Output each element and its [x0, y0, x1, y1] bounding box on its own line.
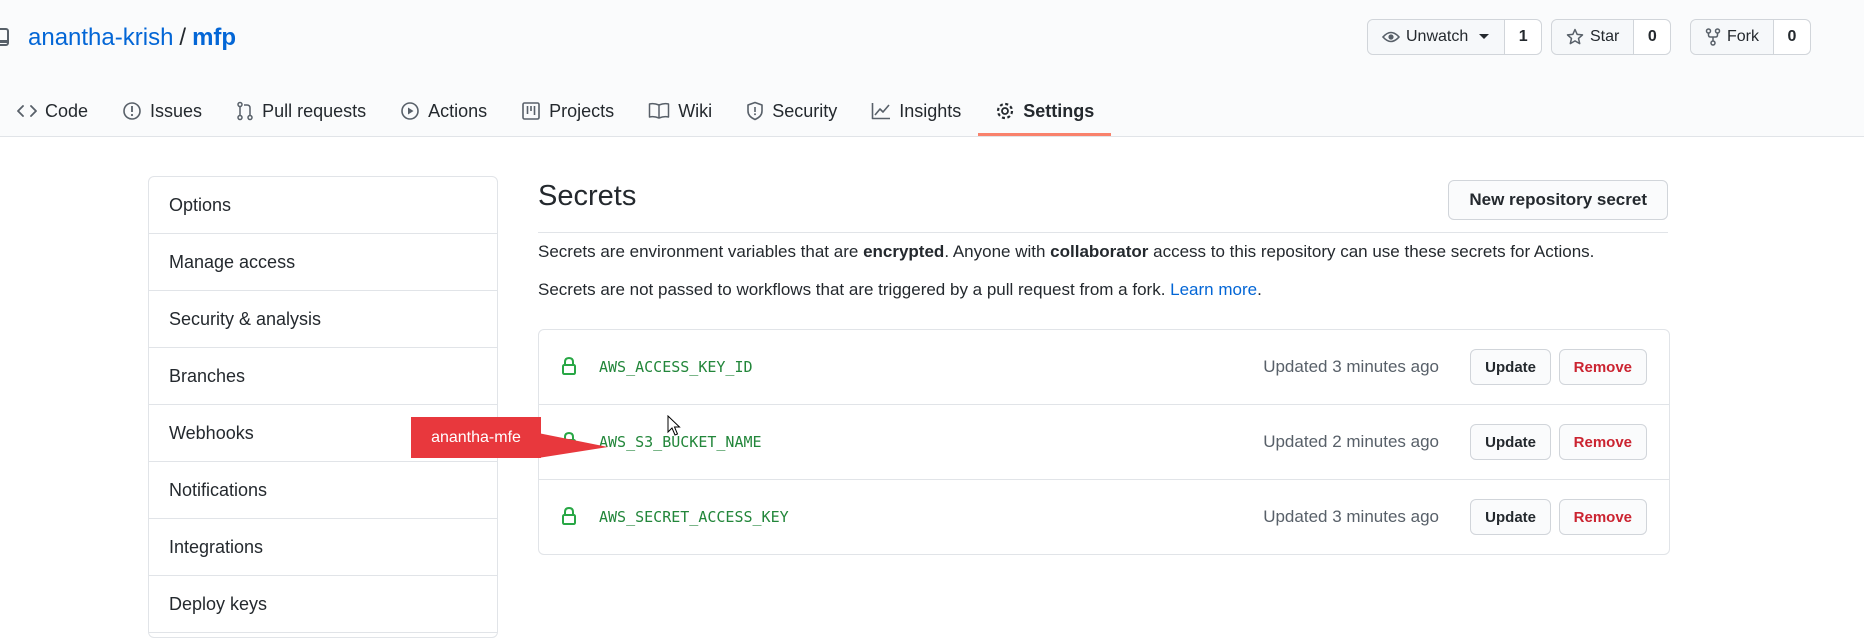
remove-button[interactable]: Remove — [1558, 349, 1647, 385]
secret-name: AWS_ACCESS_KEY_ID — [599, 358, 753, 376]
tab-projects[interactable]: Projects — [504, 88, 631, 134]
project-icon — [522, 102, 540, 120]
issue-icon — [123, 102, 141, 120]
new-repository-secret-button[interactable]: New repository secret — [1448, 180, 1668, 220]
remove-button[interactable]: Remove — [1558, 499, 1647, 535]
tab-pull-requests-label: Pull requests — [262, 100, 367, 121]
unwatch-label: Unwatch — [1406, 28, 1469, 45]
fork-label: Fork — [1727, 28, 1759, 45]
repo-owner-link[interactable]: anantha-krish — [28, 24, 173, 52]
lock-icon — [562, 506, 576, 525]
mouse-cursor-icon — [667, 415, 681, 436]
page-title: Secrets — [538, 180, 637, 212]
fork-button-group: Fork 0 — [1690, 19, 1811, 55]
tab-wiki-label: Wiki — [678, 100, 713, 121]
description-fork: Secrets are not passed to workflows that… — [538, 271, 1668, 309]
lock-icon — [562, 356, 576, 375]
fork-icon — [1705, 28, 1721, 46]
learn-more-link[interactable]: Learn more — [1170, 280, 1257, 299]
sidebar-item-options[interactable]: Options — [149, 177, 497, 234]
sidebar-item-deploy-keys[interactable]: Deploy keys — [149, 576, 497, 633]
desc1-bold1: encrypted — [863, 242, 945, 261]
tab-wiki[interactable]: Wiki — [631, 88, 729, 134]
eye-icon — [1382, 31, 1400, 43]
star-icon — [1566, 28, 1584, 45]
book-icon — [648, 102, 670, 119]
repo-header: anantha-krish / mfp Unwatch 1 Star 0 For… — [0, 0, 1864, 137]
sidebar-item-security-analysis[interactable]: Security & analysis — [149, 291, 497, 348]
shield-icon — [747, 101, 763, 121]
forks-count[interactable]: 0 — [1774, 20, 1810, 54]
desc2-end: . — [1257, 280, 1262, 299]
sidebar-item-notifications[interactable]: Notifications — [149, 462, 497, 519]
tab-issues-label: Issues — [150, 100, 203, 121]
secret-updated: Updated 3 minutes ago — [1263, 507, 1439, 526]
sidebar-item-manage-access[interactable]: Manage access — [149, 234, 497, 291]
desc1-part1: Secrets are environment variables that a… — [538, 242, 864, 261]
graph-icon — [871, 103, 891, 120]
tab-code-label: Code — [45, 100, 89, 121]
star-button[interactable]: Star — [1552, 20, 1635, 54]
fork-button[interactable]: Fork — [1691, 20, 1774, 54]
tab-pull-requests[interactable]: Pull requests — [219, 88, 383, 134]
star-button-group: Star 0 — [1551, 19, 1672, 55]
list-item: AWS_SECRET_ACCESS_KEY Updated 3 minutes … — [539, 480, 1669, 554]
desc2-text: Secrets are not passed to workflows that… — [538, 280, 1171, 299]
tab-settings[interactable]: Settings — [978, 88, 1112, 136]
tab-insights[interactable]: Insights — [854, 88, 978, 134]
tab-code[interactable]: Code — [0, 88, 105, 134]
repo-icon — [0, 25, 22, 51]
secrets-list: AWS_ACCESS_KEY_ID Updated 3 minutes ago … — [538, 329, 1670, 555]
description-encrypted: Secrets are environment variables that a… — [538, 233, 1668, 271]
tab-actions[interactable]: Actions — [383, 88, 504, 134]
secrets-description: Secrets are environment variables that a… — [538, 233, 1668, 309]
repo-name-link[interactable]: mfp — [192, 24, 236, 52]
secret-name: AWS_SECRET_ACCESS_KEY — [599, 508, 789, 526]
secrets-header: Secrets New repository secret — [538, 176, 1668, 233]
tab-security[interactable]: Security — [729, 88, 854, 134]
update-button[interactable]: Update — [1470, 499, 1551, 535]
update-button[interactable]: Update — [1470, 349, 1551, 385]
tab-issues[interactable]: Issues — [105, 88, 219, 134]
sidebar-item-integrations[interactable]: Integrations — [149, 519, 497, 576]
tab-settings-label: Settings — [1023, 100, 1095, 121]
annotation-callout: anantha-mfe — [411, 417, 541, 458]
gear-icon — [997, 102, 1014, 120]
list-item: AWS_ACCESS_KEY_ID Updated 3 minutes ago … — [539, 330, 1669, 405]
pull-request-icon — [237, 101, 253, 121]
tab-insights-label: Insights — [899, 100, 962, 121]
unwatch-button[interactable]: Unwatch — [1368, 20, 1506, 54]
callout-pointer — [538, 417, 608, 458]
desc1-part3: access to this repository can use these … — [1148, 242, 1595, 261]
tab-projects-label: Projects — [549, 100, 615, 121]
secrets-section: Secrets New repository secret Secrets ar… — [538, 176, 1670, 555]
repo-nav-tabs: Code Issues Pull requests Actions Projec… — [0, 88, 1112, 136]
remove-button[interactable]: Remove — [1558, 424, 1647, 460]
star-label: Star — [1590, 28, 1620, 45]
stars-count[interactable]: 0 — [1634, 20, 1671, 54]
desc1-part2: . Anyone with — [944, 242, 1051, 261]
secret-updated: Updated 2 minutes ago — [1263, 432, 1439, 451]
settings-sidebar: Options Manage access Security & analysi… — [148, 176, 498, 638]
tab-actions-label: Actions — [428, 100, 488, 121]
secret-updated: Updated 3 minutes ago — [1263, 357, 1439, 376]
watchers-count[interactable]: 1 — [1505, 20, 1542, 54]
play-icon — [401, 102, 419, 120]
repo-title: anantha-krish / mfp — [0, 20, 236, 56]
chevron-down-icon — [1479, 34, 1490, 39]
watch-button-group: Unwatch 1 — [1367, 19, 1543, 55]
sidebar-item-branches[interactable]: Branches — [149, 348, 497, 405]
code-icon — [17, 105, 37, 117]
repo-separator: / — [179, 24, 187, 51]
tab-security-label: Security — [772, 100, 838, 121]
desc1-bold2: collaborator — [1050, 242, 1149, 261]
list-item: AWS_S3_BUCKET_NAME Updated 2 minutes ago… — [539, 405, 1669, 480]
update-button[interactable]: Update — [1470, 424, 1551, 460]
